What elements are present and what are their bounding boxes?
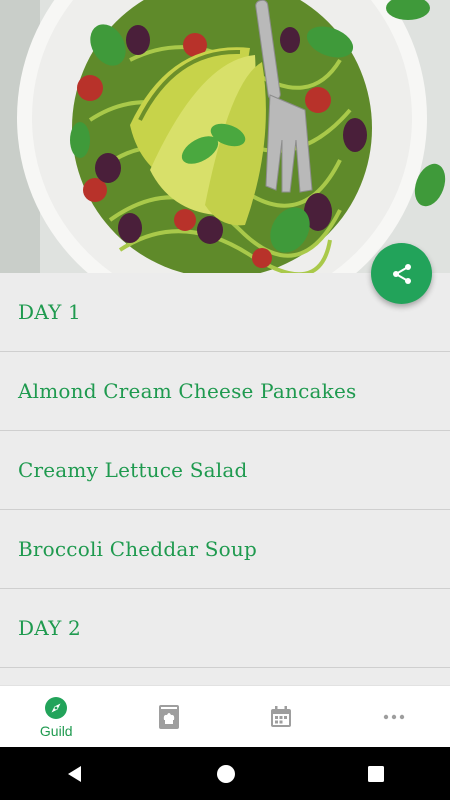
list-item-label: DAY 1 [18,300,81,324]
share-button[interactable] [371,243,432,304]
nav-guild[interactable]: Guild [0,686,113,748]
nav-guild-label: Guild [39,722,73,739]
list-item[interactable]: Almond Cream Cheese Pancakes [0,352,450,431]
list-item-day-2[interactable]: DAY 2 [0,589,450,668]
compass-icon [45,696,68,719]
meal-plan-list: DAY 1 Almond Cream Cheese Pancakes Cream… [0,273,450,685]
list-item-label: Creamy Lettuce Salad [18,458,248,482]
list-item-label: Almond Cream Cheese Pancakes [18,379,357,403]
calendar-icon [271,706,292,727]
nav-more[interactable] [338,686,450,748]
recipe-book-icon [158,705,179,729]
more-icon [383,714,404,720]
system-nav-bar [0,747,450,800]
share-icon [392,263,411,284]
list-item-label: DAY 2 [18,616,81,640]
back-icon[interactable] [65,764,85,784]
bottom-navigation: Guild [0,685,450,748]
home-icon[interactable] [216,764,236,784]
list-item-label: Broccoli Cheddar Soup [18,537,257,561]
recents-icon[interactable] [367,765,385,783]
list-item[interactable]: Broccoli Cheddar Soup [0,510,450,589]
hero-image [0,0,450,273]
list-item[interactable]: Creamy Lettuce Salad [0,431,450,510]
nav-recipes[interactable] [113,686,226,748]
nav-calendar[interactable] [225,686,338,748]
